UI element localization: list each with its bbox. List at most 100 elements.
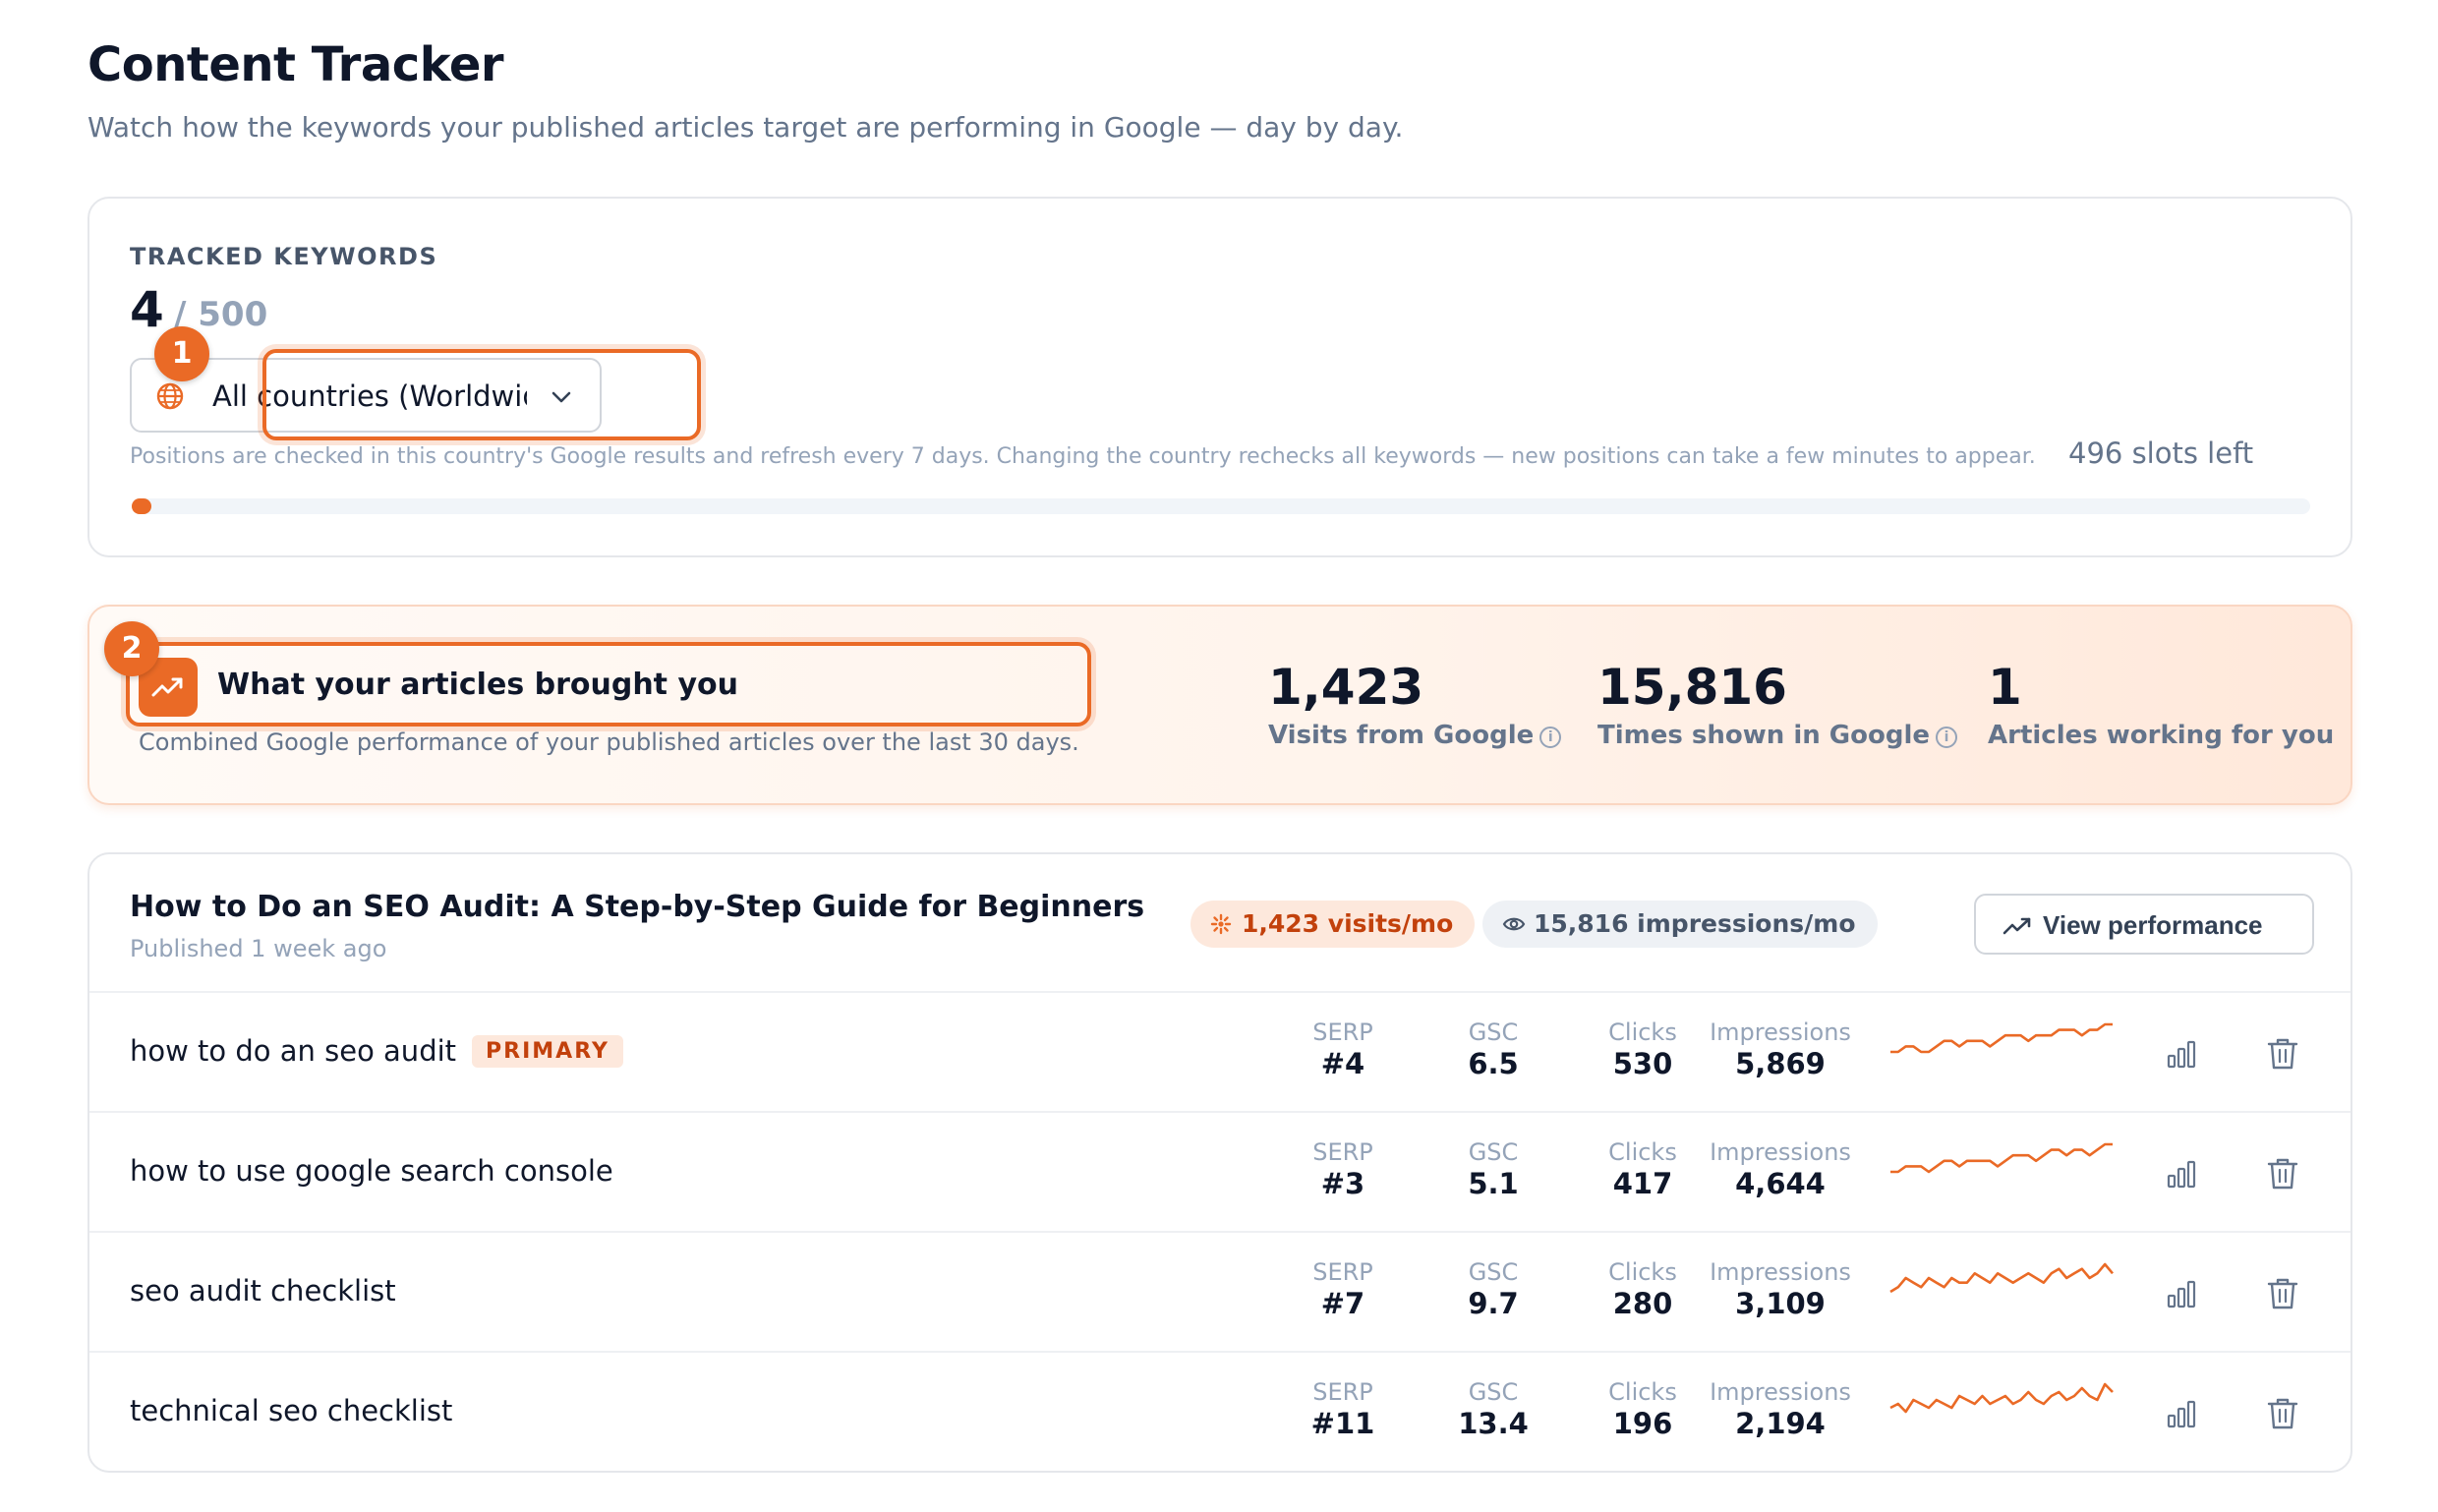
metric-gsc-value: 6.5 bbox=[1468, 1046, 1519, 1080]
stat-articles-value: 1 bbox=[1988, 659, 2022, 716]
content-tracker-page: Content Tracker Watch how the keywords y… bbox=[0, 0, 2438, 1512]
metric-impressions-value: 2,194 bbox=[1735, 1406, 1826, 1440]
metric-gsc-label: GSC bbox=[1468, 1378, 1519, 1406]
page-subtitle: Watch how the keywords your published ar… bbox=[87, 111, 1404, 144]
step-badge-1: 1 bbox=[154, 326, 209, 381]
trend-sparkline bbox=[1889, 1262, 2114, 1294]
keyword-name: seo audit checklist bbox=[130, 1274, 396, 1308]
usage-progress-bar bbox=[132, 498, 2310, 514]
metric-impressions-value: 5,869 bbox=[1735, 1046, 1826, 1080]
metric-gsc-label: GSC bbox=[1468, 1138, 1519, 1166]
bar-chart-icon[interactable] bbox=[2164, 1396, 2199, 1431]
keyword-name: how to do an seo audit PRIMARY bbox=[130, 1034, 623, 1068]
keyword-text: seo audit checklist bbox=[130, 1274, 396, 1308]
tracked-keywords-count: 4 bbox=[130, 281, 164, 338]
metric-clicks-label: Clicks bbox=[1608, 1138, 1677, 1166]
metric-gsc-label: GSC bbox=[1468, 1258, 1519, 1286]
view-performance-button[interactable]: View performance bbox=[1974, 894, 2314, 955]
metric-impressions-label: Impressions bbox=[1710, 1258, 1851, 1286]
metric-clicks: Clicks 280 bbox=[1579, 1258, 1707, 1321]
keyword-row: how to do an seo audit PRIMARY SERP #4 GSC 6.… bbox=[89, 991, 2351, 1111]
metric-impressions-label: Impressions bbox=[1710, 1378, 1851, 1406]
visits-pill: 1,423 visits/mo bbox=[1190, 901, 1476, 948]
metric-clicks-value: 280 bbox=[1612, 1286, 1673, 1320]
stat-articles: 1 Articles working for you bbox=[1988, 659, 2334, 751]
metric-clicks-value: 417 bbox=[1612, 1166, 1673, 1200]
metric-impressions: Impressions 5,869 bbox=[1692, 1018, 1869, 1081]
trend-sparkline bbox=[1890, 1142, 2113, 1174]
metric-impressions-value: 4,644 bbox=[1735, 1166, 1826, 1200]
bar-chart-icon[interactable] bbox=[2164, 1276, 2199, 1311]
stat-visits-value: 1,423 bbox=[1268, 659, 1424, 716]
metric-impressions: Impressions 2,194 bbox=[1692, 1378, 1869, 1441]
metric-impressions: Impressions 4,644 bbox=[1692, 1138, 1869, 1201]
country-hint-text: Positions are checked in this country's … bbox=[130, 444, 2036, 469]
trash-icon[interactable] bbox=[2266, 1396, 2299, 1431]
trash-icon[interactable] bbox=[2266, 1156, 2299, 1192]
slots-left-text: 496 slots left bbox=[2068, 436, 2254, 470]
metric-serp-label: SERP bbox=[1312, 1138, 1373, 1166]
metric-clicks: Clicks 417 bbox=[1579, 1138, 1707, 1201]
article-published: Published 1 week ago bbox=[130, 935, 387, 962]
metric-impressions-label: Impressions bbox=[1710, 1138, 1851, 1166]
keyword-name: how to use google search console bbox=[130, 1154, 613, 1188]
stat-visits: 1,423 Visits from Google i bbox=[1268, 659, 1562, 750]
stat-impressions-label: Times shown in Google i bbox=[1597, 721, 1958, 750]
metric-serp: SERP #4 bbox=[1279, 1018, 1407, 1081]
metric-serp-value: #3 bbox=[1320, 1166, 1365, 1200]
metric-gsc: GSC 6.5 bbox=[1429, 1018, 1557, 1081]
summary-title: What your articles brought you bbox=[217, 668, 738, 702]
metric-serp-label: SERP bbox=[1312, 1378, 1373, 1406]
metric-gsc-value: 9.7 bbox=[1468, 1286, 1519, 1320]
visits-pill-text: 1,423 visits/mo bbox=[1242, 909, 1454, 938]
keyword-text: how to do an seo audit bbox=[130, 1034, 457, 1068]
country-select-value: All countries (Worldwide) bbox=[212, 379, 527, 413]
metric-clicks: Clicks 530 bbox=[1579, 1018, 1707, 1081]
metric-serp: SERP #3 bbox=[1279, 1138, 1407, 1201]
metric-serp-value: #7 bbox=[1320, 1286, 1365, 1320]
articles-summary-card: 2 What your articles brought you Combine… bbox=[87, 605, 2352, 805]
article-card: How to Do an SEO Audit: A Step-by-Step G… bbox=[87, 852, 2352, 1473]
sparkline-line bbox=[1889, 1262, 2114, 1294]
metric-clicks-value: 196 bbox=[1612, 1406, 1673, 1440]
stat-impressions-value: 15,816 bbox=[1597, 659, 1787, 716]
metric-clicks-label: Clicks bbox=[1608, 1018, 1677, 1046]
trash-icon[interactable] bbox=[2266, 1276, 2299, 1311]
keyword-text: technical seo checklist bbox=[130, 1394, 453, 1427]
trend-sparkline bbox=[1889, 1382, 2114, 1414]
metric-clicks-label: Clicks bbox=[1608, 1258, 1677, 1286]
sparkline-line bbox=[1889, 1382, 2114, 1414]
keyword-row: seo audit checklist SERP #7 GSC 9.7 Clicks 280… bbox=[89, 1231, 2351, 1351]
view-performance-label: View performance bbox=[2043, 910, 2263, 940]
metric-gsc: GSC 13.4 bbox=[1429, 1378, 1557, 1441]
impressions-pill-text: 15,816 impressions/mo bbox=[1534, 909, 1856, 938]
sparkle-icon bbox=[1210, 913, 1232, 935]
trash-icon[interactable] bbox=[2266, 1036, 2299, 1072]
eye-icon bbox=[1502, 917, 1526, 931]
usage-progress-fill bbox=[132, 498, 151, 514]
page-title: Content Tracker bbox=[87, 37, 504, 92]
metric-gsc: GSC 5.1 bbox=[1429, 1138, 1557, 1201]
bar-chart-icon[interactable] bbox=[2164, 1156, 2199, 1192]
keyword-row: how to use google search console SERP #3 GS… bbox=[89, 1111, 2351, 1231]
article-title[interactable]: How to Do an SEO Audit: A Step-by-Step G… bbox=[130, 890, 1144, 924]
impressions-pill: 15,816 impressions/mo bbox=[1482, 901, 1878, 948]
tracked-keywords-card: TRACKED KEYWORDS 4 / 500 All countries (… bbox=[87, 197, 2352, 557]
metric-serp: SERP #7 bbox=[1279, 1258, 1407, 1321]
trend-sparkline bbox=[1890, 1022, 2113, 1054]
keyword-name: technical seo checklist bbox=[130, 1394, 452, 1427]
metric-impressions: Impressions 3,109 bbox=[1692, 1258, 1869, 1321]
tracked-keywords-label: TRACKED KEYWORDS bbox=[130, 243, 438, 270]
stat-visits-label: Visits from Google i bbox=[1268, 721, 1562, 750]
metric-serp: SERP #11 bbox=[1279, 1378, 1407, 1441]
metric-serp-value: #4 bbox=[1320, 1046, 1365, 1080]
info-icon[interactable]: i bbox=[1936, 727, 1958, 748]
bar-chart-icon[interactable] bbox=[2164, 1036, 2199, 1072]
metric-impressions-label: Impressions bbox=[1710, 1018, 1851, 1046]
sparkline-line bbox=[1890, 1142, 2113, 1174]
summary-subtitle: Combined Google performance of your publ… bbox=[139, 728, 1079, 756]
primary-tag: PRIMARY bbox=[472, 1035, 623, 1068]
info-icon[interactable]: i bbox=[1539, 727, 1562, 748]
trend-up-icon bbox=[2003, 917, 2031, 935]
metric-gsc: GSC 9.7 bbox=[1429, 1258, 1557, 1321]
